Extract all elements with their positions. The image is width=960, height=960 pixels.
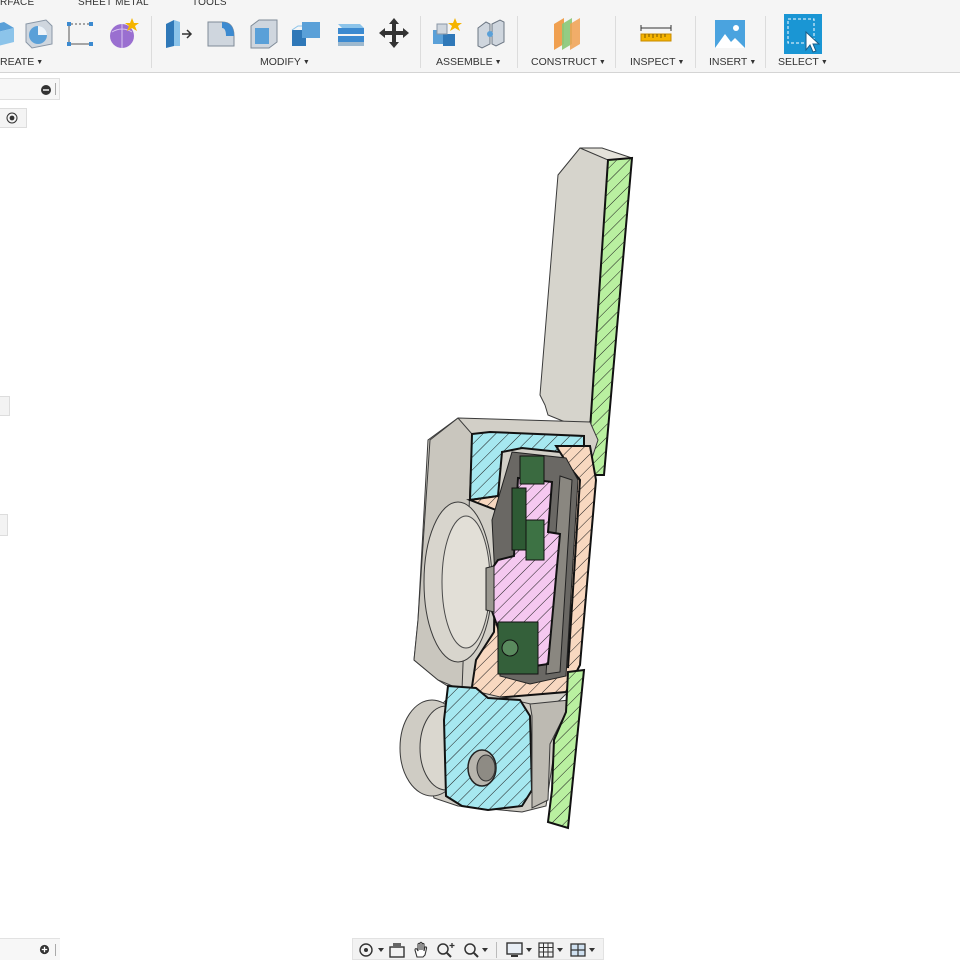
nav-separator — [496, 942, 497, 958]
panel-edge-tab[interactable] — [0, 514, 8, 536]
visibility-radio-icon[interactable] — [6, 112, 18, 124]
fillet-icon[interactable] — [204, 14, 238, 52]
display-settings-icon[interactable] — [505, 941, 535, 959]
browser-panel-header — [0, 78, 60, 100]
expand-icon[interactable] — [39, 944, 50, 955]
separator — [765, 16, 766, 68]
section-analysis-model[interactable] — [60, 73, 960, 938]
browser-item-row[interactable] — [0, 108, 27, 128]
panel-divider — [55, 944, 56, 956]
fit-icon[interactable] — [461, 941, 491, 959]
separator — [420, 16, 421, 68]
measure-icon[interactable] — [639, 14, 673, 52]
pan-icon[interactable] — [411, 941, 431, 959]
ribbon-toolbar: RFACE SHEET METAL TOOLS REATE ▼ MODIFY ▼ A — [0, 0, 960, 73]
create-form-icon[interactable] — [106, 14, 140, 52]
grid-settings-icon[interactable] — [537, 941, 567, 959]
separator — [615, 16, 616, 68]
comments-edge-tab[interactable] — [0, 396, 10, 416]
tab-tools[interactable]: TOOLS — [192, 0, 227, 8]
insert-menu[interactable]: INSERT ▼ — [709, 56, 756, 68]
new-component-icon[interactable] — [431, 14, 465, 52]
extrude-icon[interactable] — [0, 14, 18, 52]
sketch-icon[interactable] — [63, 14, 97, 52]
separator — [695, 16, 696, 68]
panel-divider — [55, 83, 56, 95]
joint-icon[interactable] — [474, 14, 508, 52]
shell-icon[interactable] — [247, 14, 281, 52]
zoom-icon[interactable] — [435, 941, 457, 959]
combine-icon[interactable] — [290, 14, 324, 52]
look-at-icon[interactable] — [387, 941, 407, 959]
move-icon[interactable] — [377, 14, 411, 52]
collapse-icon[interactable] — [40, 84, 52, 96]
tab-surface[interactable]: RFACE — [0, 0, 34, 8]
canvas-viewport[interactable] — [60, 73, 960, 938]
create-menu[interactable]: REATE ▼ — [0, 56, 43, 68]
orbit-icon[interactable] — [357, 941, 387, 959]
press-pull-icon[interactable] — [162, 14, 196, 52]
insert-image-icon[interactable] — [713, 14, 747, 52]
separator — [517, 16, 518, 68]
separator — [151, 16, 152, 68]
inspect-menu[interactable]: INSPECT ▼ — [630, 56, 684, 68]
select-tool-icon[interactable] — [784, 14, 822, 54]
modify-menu[interactable]: MODIFY ▼ — [260, 56, 310, 68]
bottom-panel-header — [0, 938, 60, 960]
construct-menu[interactable]: CONSTRUCT ▼ — [531, 56, 606, 68]
viewports-icon[interactable] — [569, 941, 599, 959]
select-menu[interactable]: SELECT ▼ — [778, 56, 828, 68]
navigation-bar — [352, 938, 604, 960]
split-body-icon[interactable] — [334, 14, 368, 52]
revolve-icon[interactable] — [22, 14, 56, 52]
offset-plane-icon[interactable] — [550, 14, 584, 52]
tab-sheet-metal[interactable]: SHEET METAL — [78, 0, 149, 8]
assemble-menu[interactable]: ASSEMBLE ▼ — [436, 56, 502, 68]
